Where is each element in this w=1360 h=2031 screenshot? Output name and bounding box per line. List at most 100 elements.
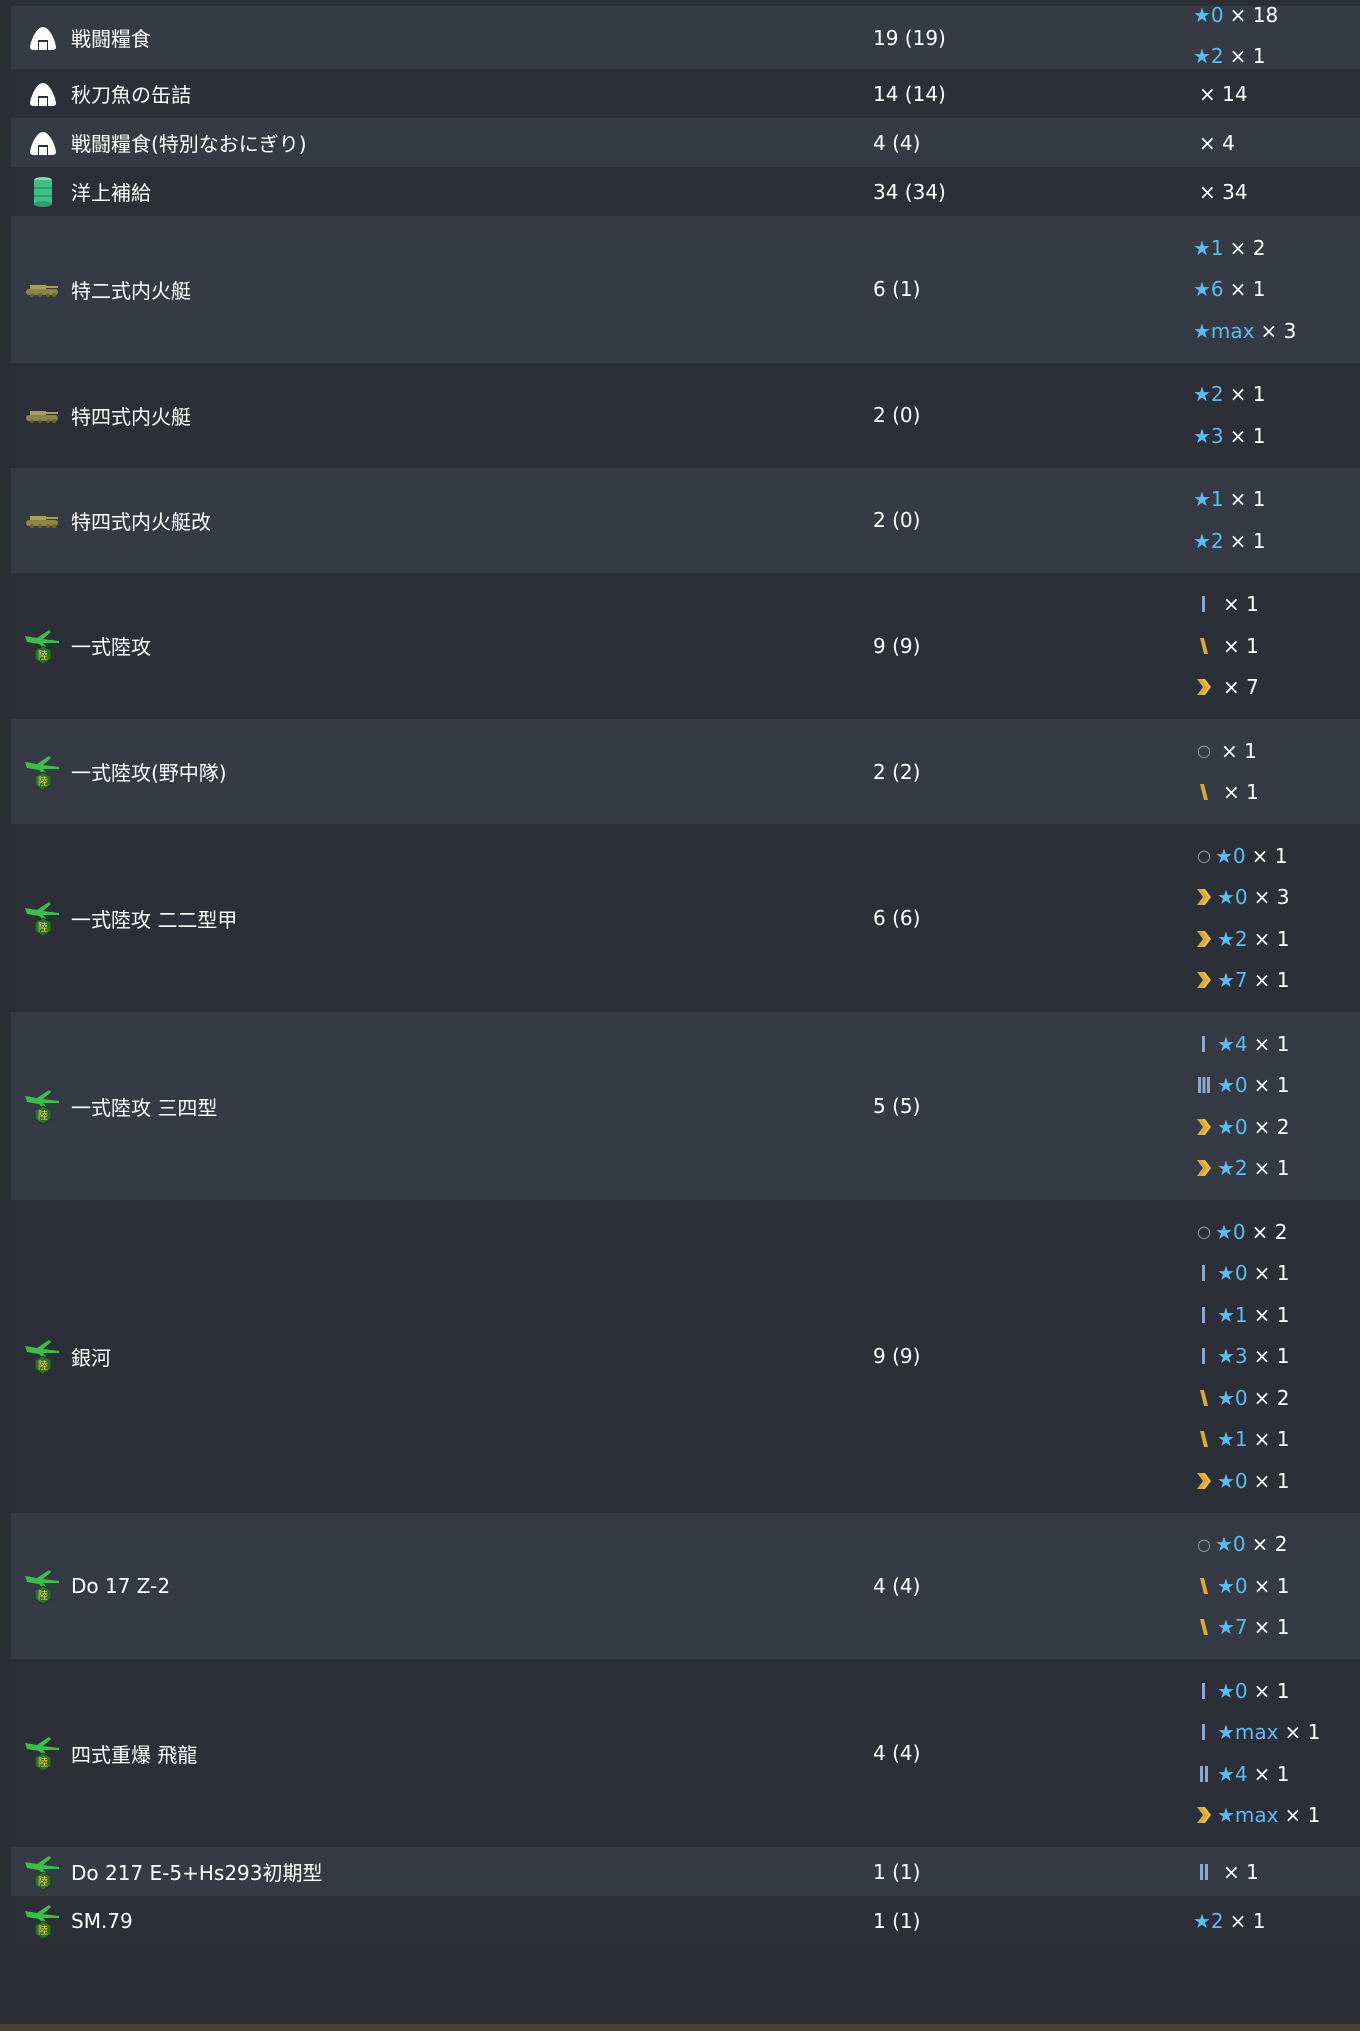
table-row[interactable]: 陸 一式陸攻 9 (9) × 1 × 1 × 7 <box>11 572 1360 719</box>
table-row[interactable]: 陸四式重爆 飛龍 4 (4) ★0 × 1 ★max × 1 ★4 × 1 ★max × 1 <box>11 1659 1360 1847</box>
equipment-count: 34 (34) <box>873 179 946 204</box>
svg-text:陸: 陸 <box>38 1589 48 1602</box>
detail-line: × 1 <box>1193 772 1259 814</box>
table-row[interactable]: 陸一式陸攻 二二型甲 6 (6) ○ ★0 × 1 ★0 × 3 ★2 × 1 ★7 × 1 <box>11 824 1360 1012</box>
detail-line: ★0 × 18 <box>1193 0 1278 36</box>
detail-line: ★4 × 1 <box>1193 1753 1320 1795</box>
proficiency-bar1-icon <box>1193 1262 1215 1284</box>
quantity: × 1 <box>1253 1031 1290 1056</box>
detail-line: ★3 × 1 <box>1193 1336 1290 1378</box>
proficiency-bar1-icon <box>1193 1033 1215 1055</box>
table-row[interactable]: 陸 Do 17 Z-2 4 (4) ○ ★0 × 2 ★0 × 1 ★7 × 1 <box>11 1512 1360 1659</box>
improvement-level: ★0 <box>1215 1532 1246 1557</box>
equipment-name: 洋上補給 <box>71 181 151 205</box>
land-bomber-icon: 陸 <box>23 1901 63 1941</box>
improvement-level: ★0 <box>1217 1468 1248 1493</box>
svg-text:陸: 陸 <box>38 921 48 934</box>
improvement-level: ★1 <box>1193 487 1224 512</box>
table-row[interactable]: 戦闘糧食(特別なおにぎり) 4 (4) × 4 <box>11 118 1360 167</box>
quantity: × 1 <box>1284 1720 1321 1745</box>
detail-line: ★1 × 1 <box>1193 479 1266 521</box>
table-row[interactable]: 陸 SM.79 1 (1) ★2 × 1 <box>11 1896 1360 1945</box>
table-row[interactable]: 特四式内火艇 2 (0) ★2 × 1 ★3 × 1 <box>11 362 1360 468</box>
equipment-name: 銀河 <box>71 1345 111 1370</box>
land-bomber-icon: 陸 <box>23 626 63 666</box>
detail-line: ★0 × 1 <box>1193 1253 1290 1295</box>
land-bomber-icon: 陸 <box>23 1336 63 1376</box>
proficiency-bar1-icon <box>1193 1680 1215 1702</box>
detail-list: ○ ★0 × 1 ★0 × 3 ★2 × 1 ★7 × 1 <box>1193 835 1290 1001</box>
table-row[interactable]: 陸一式陸攻 三四型 5 (5) ★4 × 1 ★0 × 1 ★0 × 2 ★2 × 1 <box>11 1012 1360 1200</box>
equipment-count: 6 (6) <box>873 906 921 930</box>
improvement-level: ★2 <box>1193 1908 1224 1933</box>
table-row[interactable]: 戦闘糧食 19 (19) ★0 × 18 ★2 × 1 <box>11 3 1360 69</box>
proficiency-chevron-icon <box>1193 969 1215 991</box>
table-row[interactable]: 洋上補給 34 (34) × 34 <box>11 167 1360 216</box>
rations-icon <box>23 74 63 114</box>
quantity: × 1 <box>1223 780 1259 805</box>
svg-text:陸: 陸 <box>38 1359 48 1372</box>
equipment-name: 一式陸攻 <box>71 635 151 660</box>
quantity: × 3 <box>1253 885 1290 910</box>
quantity: × 1 <box>1253 1468 1290 1493</box>
detail-line: × 1 <box>1193 625 1259 667</box>
rations-icon <box>23 123 63 163</box>
detail-list: ○ ★0 × 2 ★0 × 1 ★1 × 1 ★3 × 1 ★0 × 2 ★1 × 1 ★0 × 1 <box>1193 1211 1290 1502</box>
proficiency-bar2-icon <box>1193 1763 1215 1785</box>
table-row[interactable]: 陸 Do 217 E-5+Hs293初期型 1 (1) × 1 <box>11 1847 1360 1896</box>
detail-line: ★4 × 1 <box>1193 1023 1290 1065</box>
equipment-name: Do 17 Z-2 <box>71 1573 171 1598</box>
detail-line: ○ ★0 × 2 <box>1193 1211 1290 1253</box>
equipment-name: 秋刀魚の缶詰 <box>71 83 191 107</box>
improvement-level: ★7 <box>1217 1615 1248 1640</box>
quantity: × 1 <box>1253 1073 1290 1098</box>
equipment-count: 14 (14) <box>873 81 946 106</box>
equipment-count: 4 (4) <box>873 1573 921 1598</box>
proficiency-slash-icon <box>1193 635 1215 657</box>
detail-line: ★0 × 1 <box>1193 1565 1290 1607</box>
land-bomber-icon: 陸 <box>23 898 63 938</box>
proficiency-chevron-icon <box>1193 1157 1215 1179</box>
land-bomber-icon: 陸 <box>23 1566 63 1606</box>
improvement-level: ★0 <box>1217 1073 1248 1098</box>
proficiency-none-icon: ○ <box>1197 1222 1211 1242</box>
table-row[interactable]: 陸銀河 9 (9) ○ ★0 × 2 ★0 × 1 ★1 × 1 ★3 × 1 ★0 × 2 ★1 × 1 ★… <box>11 1200 1360 1513</box>
improvement-level: ★1 <box>1217 1302 1248 1327</box>
improvement-level: ★2 <box>1217 1156 1248 1181</box>
land-bomber-icon: 陸 <box>23 1086 63 1126</box>
detail-line: ★1 × 1 <box>1193 1294 1290 1336</box>
equipment-name: 四式重爆 飛龍 <box>71 1742 198 1767</box>
equipment-count: 9 (9) <box>873 633 921 658</box>
quantity: × 4 <box>1199 130 1235 155</box>
detail-list: ★4 × 1 ★0 × 1 ★0 × 2 ★2 × 1 <box>1193 1023 1290 1189</box>
table-row[interactable]: 秋刀魚の缶詰 14 (14) × 14 <box>11 69 1360 118</box>
proficiency-bar3-icon <box>1193 1074 1215 1096</box>
quantity: × 1 <box>1284 1803 1321 1828</box>
equipment-count: 2 (2) <box>873 759 921 784</box>
detail-line: ★max × 3 <box>1193 310 1296 352</box>
proficiency-none-icon: ○ <box>1197 846 1211 866</box>
proficiency-chevron-icon <box>1193 928 1215 950</box>
quantity: × 1 <box>1253 1261 1290 1286</box>
table-row[interactable]: 特四式内火艇改 2 (0) ★1 × 1 ★2 × 1 <box>11 467 1360 573</box>
quantity: × 1 <box>1253 1427 1290 1452</box>
table-row[interactable]: 特二式内火艇 6 (1) ★1 × 2 ★6 × 1 ★max × 3 <box>11 216 1360 363</box>
quantity: × 1 <box>1229 382 1266 407</box>
detail-line: ★2 × 1 <box>1193 1900 1266 1942</box>
equipment-count: 2 (0) <box>873 508 921 532</box>
table-row[interactable]: 陸 一式陸攻(野中隊) 2 (2) ○ × 1 × 1 <box>11 719 1360 824</box>
proficiency-slash-icon <box>1193 1428 1215 1450</box>
detail-list: ★1 × 2 ★6 × 1 ★max × 3 <box>1193 227 1296 352</box>
equipment-name: 一式陸攻(野中隊) <box>71 761 227 785</box>
detail-line: ★2 × 1 <box>1193 520 1266 562</box>
detail-list: ★2 × 1 <box>1193 1900 1266 1942</box>
improvement-level: ★0 <box>1217 885 1248 910</box>
quantity: × 1 <box>1253 1678 1290 1703</box>
detail-line: ★7 × 1 <box>1193 960 1290 1002</box>
equipment-table: 戦闘糧食 19 (19) ★0 × 18 ★2 × 1 秋刀魚の缶詰 14 (14) × 14 戦… <box>11 3 1360 1945</box>
equipment-name: SM.79 <box>71 1908 133 1933</box>
improvement-level: ★3 <box>1217 1344 1248 1369</box>
svg-text:陸: 陸 <box>38 649 48 662</box>
detail-line: ○ ★0 × 2 <box>1193 1524 1290 1566</box>
proficiency-none-icon: ○ <box>1197 741 1211 761</box>
